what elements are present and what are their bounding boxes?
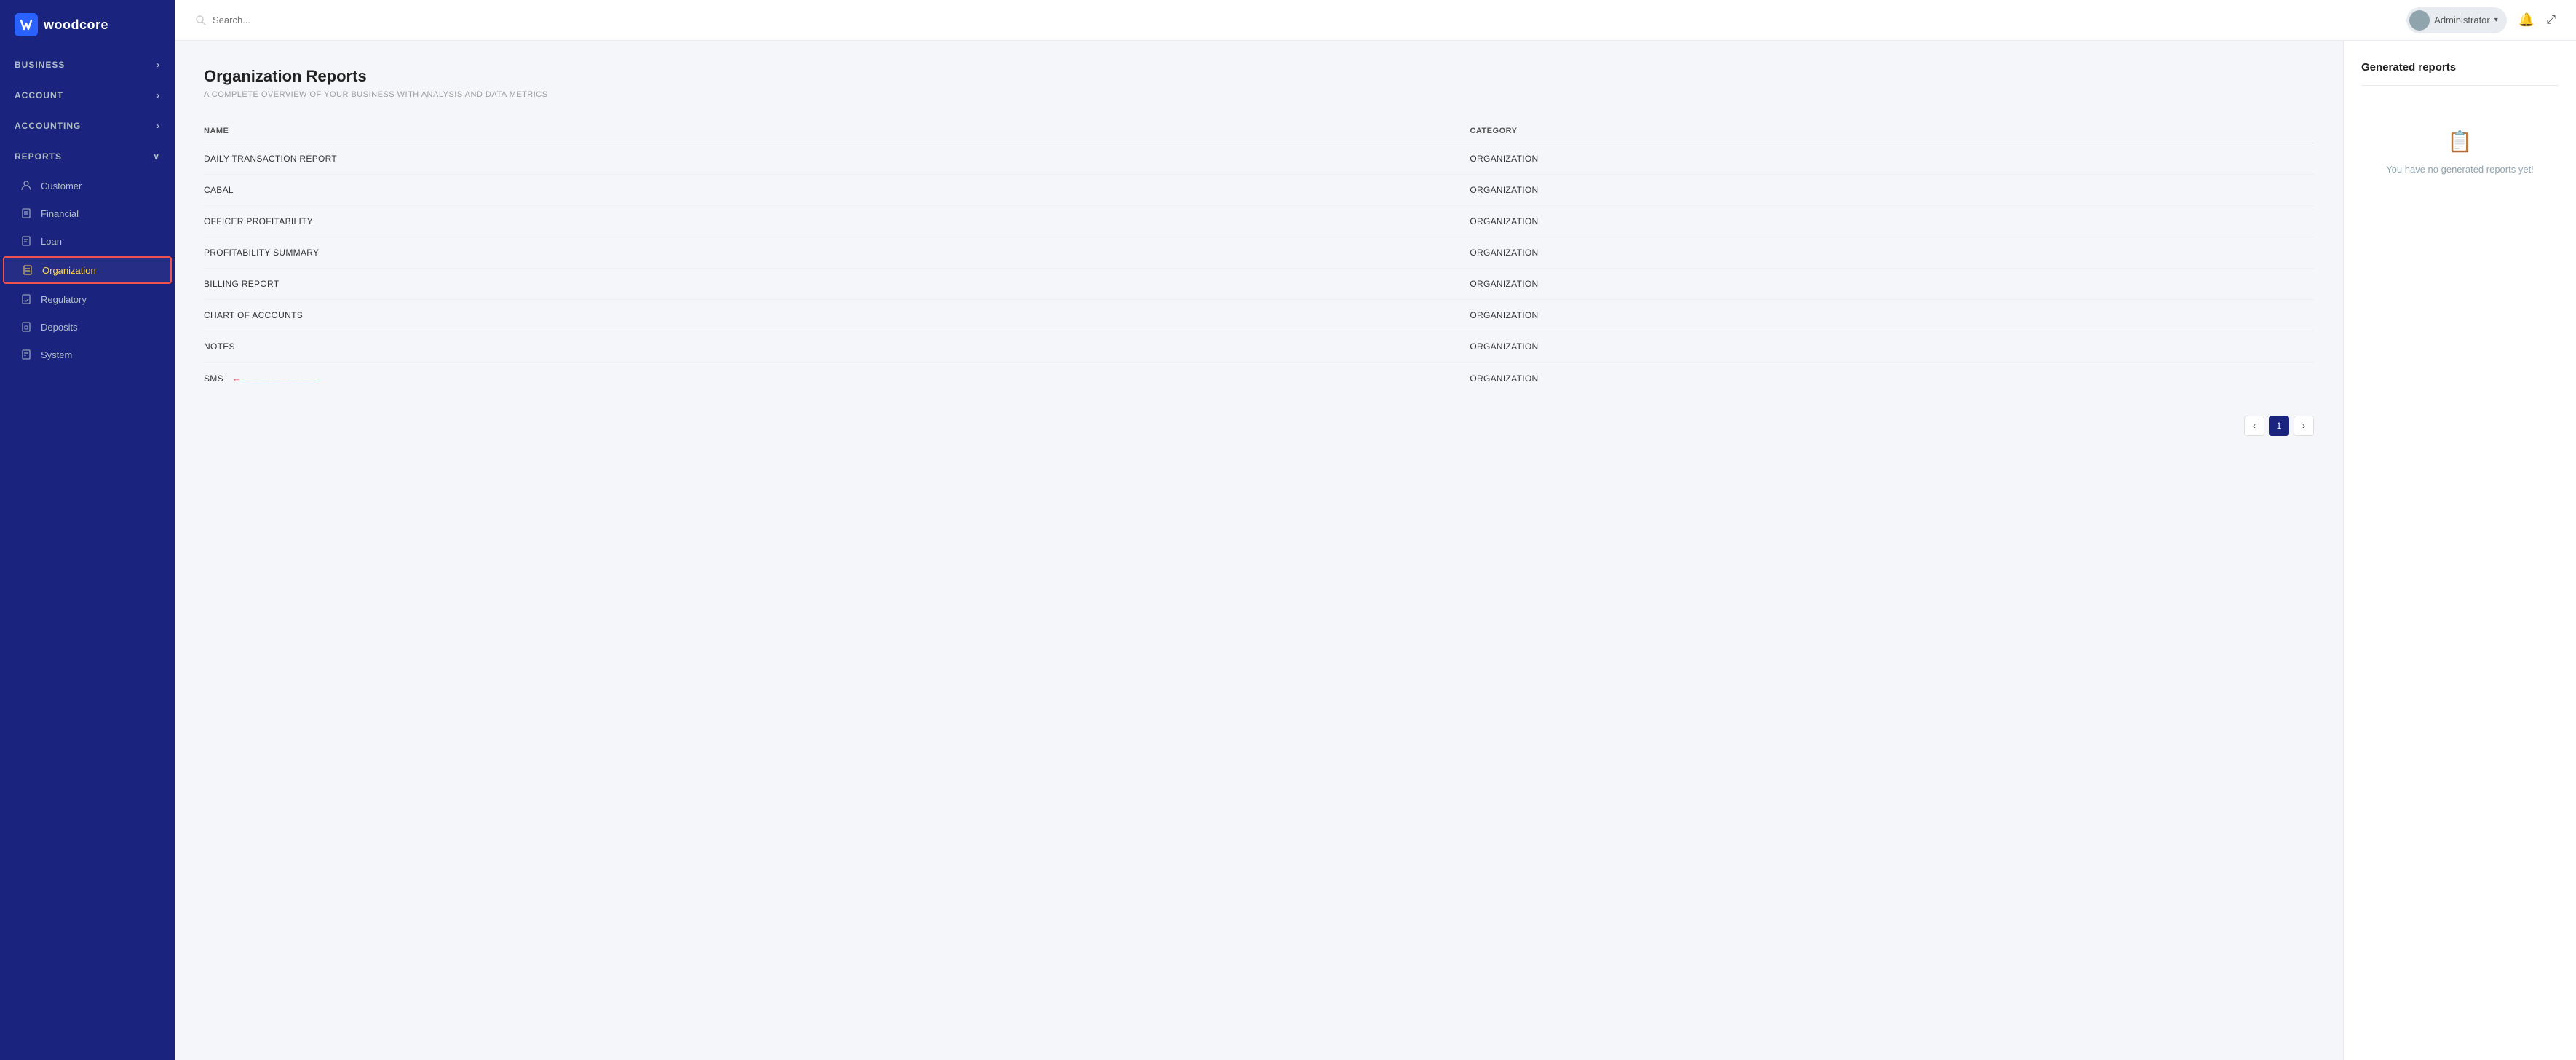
sidebar-item-reports[interactable]: REPORTS ∨ <box>0 141 175 172</box>
report-name: DAILY TRANSACTION REPORT <box>204 143 1470 175</box>
sidebar-sub-item-regulatory-label: Regulatory <box>41 294 87 305</box>
financial-icon <box>20 207 32 219</box>
sidebar-sub-item-system[interactable]: System <box>0 341 175 368</box>
report-category: ORGANIZATION <box>1470 237 2314 269</box>
sidebar-sub-item-financial[interactable]: Financial <box>0 199 175 227</box>
table-row[interactable]: SMS←————————ORGANIZATION <box>204 363 2314 395</box>
page-subtitle: A COMPLETE OVERVIEW OF YOUR BUSINESS WIT… <box>204 90 2314 99</box>
page-title: Organization Reports <box>204 67 2314 86</box>
sidebar-sub-item-organization[interactable]: Organization <box>3 256 172 284</box>
col-name: NAME <box>204 119 1470 143</box>
table-row[interactable]: PROFITABILITY SUMMARYORGANIZATION <box>204 237 2314 269</box>
notification-icon[interactable]: 🔔 <box>2518 12 2535 28</box>
table-row[interactable]: NOTESORGANIZATION <box>204 331 2314 363</box>
sidebar-sub-item-loan-label: Loan <box>41 236 62 247</box>
report-name: BILLING REPORT <box>204 269 1470 300</box>
sidebar-sub-item-financial-label: Financial <box>41 208 79 219</box>
table-row[interactable]: DAILY TRANSACTION REPORTORGANIZATION <box>204 143 2314 175</box>
page-1-button[interactable]: 1 <box>2269 416 2289 436</box>
right-panel: Generated reports 📋 You have no generate… <box>2343 41 2576 1060</box>
sms-arrow: ←———————— <box>232 373 320 384</box>
content-area: Organization Reports A COMPLETE OVERVIEW… <box>175 41 2576 1060</box>
user-pill[interactable]: Administrator ▾ <box>2406 7 2507 33</box>
main-content: Administrator ▾ 🔔 ⤢ Organization Reports… <box>175 0 2576 1060</box>
chevron-right-icon: › <box>156 90 160 100</box>
sidebar-item-reports-label: REPORTS <box>15 151 62 162</box>
pagination: ‹ 1 › <box>204 408 2314 436</box>
sidebar-sub-item-regulatory[interactable]: Regulatory <box>0 285 175 313</box>
logo-icon <box>15 13 38 36</box>
person-icon <box>20 180 32 191</box>
sidebar-sub-item-loan[interactable]: Loan <box>0 227 175 255</box>
report-category: ORGANIZATION <box>1470 269 2314 300</box>
report-category: ORGANIZATION <box>1470 143 2314 175</box>
report-category: ORGANIZATION <box>1470 331 2314 363</box>
report-name: OFFICER PROFITABILITY <box>204 206 1470 237</box>
report-category: ORGANIZATION <box>1470 363 2314 395</box>
search-input[interactable] <box>213 15 358 25</box>
report-category: ORGANIZATION <box>1470 206 2314 237</box>
report-name: SMS←———————— <box>204 363 1470 395</box>
sidebar-sub-item-customer-label: Customer <box>41 181 82 191</box>
loan-icon <box>20 235 32 247</box>
sidebar-item-accounting[interactable]: ACCOUNTING › <box>0 111 175 141</box>
no-reports-text: You have no generated reports yet! <box>2386 164 2534 175</box>
search-bar[interactable] <box>195 15 358 26</box>
sidebar-item-account[interactable]: ACCOUNT › <box>0 80 175 111</box>
sidebar: woodcore BUSINESS › ACCOUNT › ACCOUNTING… <box>0 0 175 1060</box>
no-reports-section: 📋 You have no generated reports yet! <box>2361 100 2559 204</box>
search-icon <box>195 15 207 26</box>
table-row[interactable]: CABALORGANIZATION <box>204 175 2314 206</box>
sidebar-sub-item-deposits-label: Deposits <box>41 322 78 333</box>
expand-icon[interactable]: ⤢ <box>2546 14 2556 27</box>
sidebar-sub-item-customer[interactable]: Customer <box>0 172 175 199</box>
chevron-right-icon: › <box>156 60 160 70</box>
report-category: ORGANIZATION <box>1470 300 2314 331</box>
next-page-button[interactable]: › <box>2294 416 2314 436</box>
no-reports-icon: 📋 <box>2447 130 2473 154</box>
regulatory-icon <box>20 293 32 305</box>
report-name: CHART OF ACCOUNTS <box>204 300 1470 331</box>
generated-reports-title: Generated reports <box>2361 61 2559 86</box>
user-name: Administrator <box>2434 15 2490 25</box>
avatar <box>2409 10 2430 31</box>
col-category: CATEGORY <box>1470 119 2314 143</box>
header-right: Administrator ▾ 🔔 ⤢ <box>2406 7 2556 33</box>
table-row[interactable]: OFFICER PROFITABILITYORGANIZATION <box>204 206 2314 237</box>
chevron-right-icon: › <box>156 121 160 131</box>
report-category: ORGANIZATION <box>1470 175 2314 206</box>
sidebar-item-accounting-label: ACCOUNTING <box>15 121 81 131</box>
sidebar-sub-item-organization-label: Organization <box>42 265 96 276</box>
report-name: CABAL <box>204 175 1470 206</box>
system-icon <box>20 349 32 360</box>
deposits-icon <box>20 321 32 333</box>
sidebar-sub-item-deposits[interactable]: Deposits <box>0 313 175 341</box>
sidebar-sub-item-system-label: System <box>41 349 72 360</box>
report-name: NOTES <box>204 331 1470 363</box>
header: Administrator ▾ 🔔 ⤢ <box>175 0 2576 41</box>
table-row[interactable]: CHART OF ACCOUNTSORGANIZATION <box>204 300 2314 331</box>
main-panel: Organization Reports A COMPLETE OVERVIEW… <box>175 41 2343 1060</box>
table-row[interactable]: BILLING REPORTORGANIZATION <box>204 269 2314 300</box>
chevron-down-icon: ∨ <box>153 151 160 162</box>
reports-table: NAME CATEGORY DAILY TRANSACTION REPORTOR… <box>204 119 2314 394</box>
prev-page-button[interactable]: ‹ <box>2244 416 2264 436</box>
logo-text: woodcore <box>44 17 108 33</box>
logo: woodcore <box>0 0 175 50</box>
organization-icon <box>22 264 33 276</box>
sidebar-item-business-label: BUSINESS <box>15 60 65 70</box>
chevron-down-icon: ▾ <box>2494 16 2498 24</box>
sidebar-item-account-label: ACCOUNT <box>15 90 63 100</box>
report-name: PROFITABILITY SUMMARY <box>204 237 1470 269</box>
sidebar-item-business[interactable]: BUSINESS › <box>0 50 175 80</box>
